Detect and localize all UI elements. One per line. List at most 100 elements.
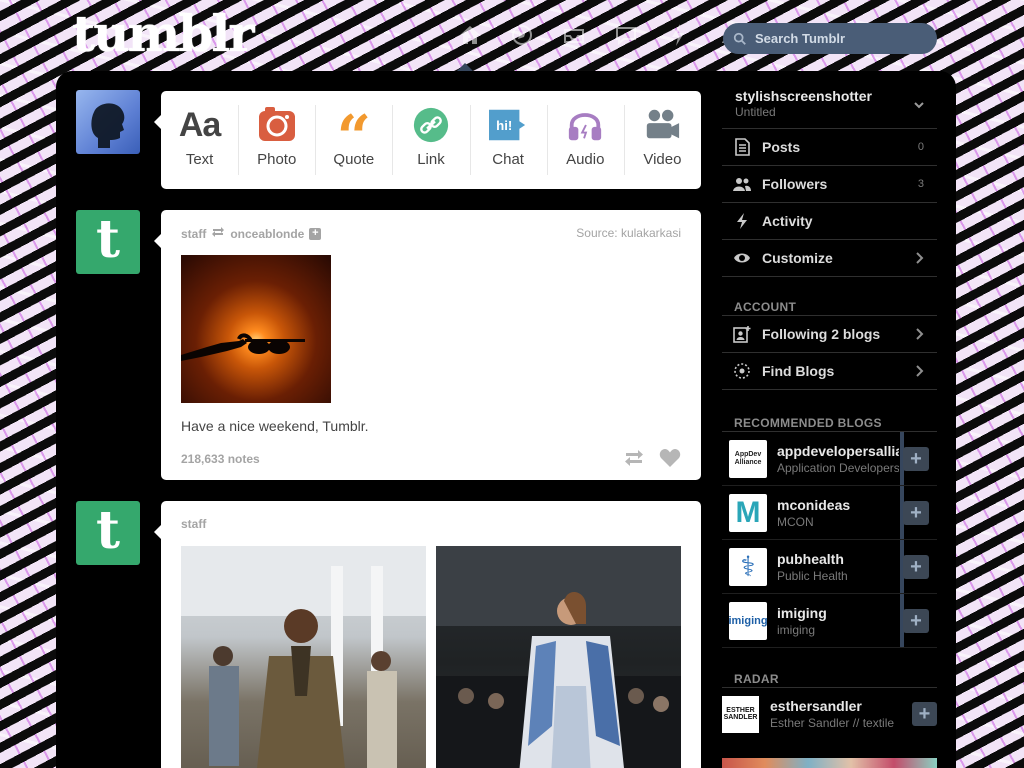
follow-button[interactable]: + [903,555,929,579]
inbox-icon[interactable] [559,20,589,50]
compose-quote-button[interactable]: “ Quote [315,91,392,189]
posts-count: 0 [917,141,924,153]
staff-avatar[interactable]: t [76,210,140,274]
text-icon: Aa [178,105,221,144]
chat-icon: hi! [487,105,529,145]
compose-photo-button[interactable]: Photo [238,91,315,189]
sidebar-item-label: Posts [762,139,801,155]
compose-label: Quote [333,151,375,168]
blog-switcher[interactable]: stylishscreenshotter Untitled [722,85,937,129]
compose-label: Photo [257,151,297,168]
sidebar-item-label: Find Blogs [762,363,835,379]
follow-button[interactable]: + [903,501,929,525]
chevron-down-icon [914,102,924,109]
list-item[interactable]: M mconideas MCON + [722,486,937,540]
post-photo-runway-model-1[interactable] [181,546,426,768]
like-heart-icon[interactable] [659,448,681,468]
explore-icon[interactable] [507,20,537,50]
card-pointer [154,234,161,248]
compose-link-button[interactable]: Link [392,91,469,189]
following-icon [733,325,751,343]
sidebar-item-following[interactable]: Following 2 blogs [722,316,937,353]
search-box[interactable] [723,23,937,54]
sidebar-item-posts[interactable]: Posts 0 [722,129,937,166]
posts-icon [733,138,751,156]
compose-label: Video [643,151,682,168]
blog-name: pubhealth [777,550,844,567]
sidebar-item-find-blogs[interactable]: Find Blogs [722,353,937,390]
compose-video-button[interactable]: Video [623,91,701,189]
post-actions [623,448,681,468]
card-pointer [154,525,161,539]
blog-subtitle: Untitled [735,105,776,119]
reblog-button-icon[interactable] [623,448,645,468]
compose-label: Text [185,151,214,168]
sidebar-item-followers[interactable]: Followers 3 [722,166,937,203]
follow-plus-icon[interactable]: + [309,227,322,240]
follow-button[interactable]: + [903,447,929,471]
compose-chat-button[interactable]: hi! Chat [469,91,547,189]
sidebar-item-label: Customize [762,250,833,266]
followers-icon [733,175,751,193]
compose-label: Chat [492,151,524,168]
list-item[interactable]: imiging imiging imiging + [722,594,937,648]
post-photo-runway-model-2[interactable] [436,546,681,768]
list-item[interactable]: ⚕ pubhealth Public Health + [722,540,937,594]
chevron-right-icon [916,328,924,340]
radar-blog-name: esthersandler [770,698,862,714]
video-camera-icon [642,105,682,145]
compose-text-button[interactable]: Aa Text [161,91,238,189]
messaging-icon[interactable] [611,20,641,50]
compose-label: Link [417,151,445,168]
radar-blog-description: Esther Sandler // textile [770,716,895,730]
radar-post-preview[interactable] [722,758,937,768]
post-header: staff [181,517,206,531]
recommended-blogs-list: AppDev Alliance appdevelopersalliance Ap… [722,432,937,648]
tumblr-t-icon: t [95,210,121,270]
link-icon [412,105,450,145]
source-label: Source: [576,226,618,240]
blog-description: imiging [777,622,816,637]
home-icon[interactable] [455,20,485,50]
follow-button[interactable]: + [912,702,937,726]
post-author-link[interactable]: staff [181,517,206,531]
follow-button[interactable]: + [903,609,929,633]
staff-avatar[interactable]: t [76,501,140,565]
compose-audio-button[interactable]: Audio [546,91,624,189]
sidebar-item-label: Followers [762,176,828,192]
blog-thumbnail: imiging [729,601,767,640]
blog-description: Public Health [777,568,848,583]
blog-description: Application Developers Alliance [777,460,899,475]
post-photo-sunglasses-sun[interactable] [181,255,331,403]
sidebar-item-activity[interactable]: Activity [722,203,937,240]
post-notes-count[interactable]: 218,633 notes [181,452,260,466]
list-item[interactable]: AppDev Alliance appdevelopersalliance Ap… [722,432,937,486]
sidebar: stylishscreenshotter Untitled Posts 0 Fo… [722,85,937,736]
post-card: staff onceablonde + Source: kulakarkasi … [154,210,701,480]
source-link[interactable]: kulakarkasi [621,226,681,240]
blog-thumbnail: M [729,493,767,532]
reblog-icon [211,226,225,241]
camera-icon [257,105,297,145]
blog-name: stylishscreenshotter [735,88,872,104]
search-icon [733,32,746,45]
compose-label: Audio [566,151,605,168]
blog-name: mconideas [777,496,851,513]
blog-name: appdevelopersalliance [777,442,899,459]
post-author-link[interactable]: staff [181,227,206,241]
user-avatar[interactable] [76,90,140,154]
recommended-section-title: RECOMMENDED BLOGS [722,410,937,432]
tumblr-logo[interactable]: tumblr [72,4,255,63]
reblogged-from-link[interactable]: onceablonde [230,227,304,241]
lightning-icon [733,212,751,230]
search-input[interactable] [755,31,925,46]
sidebar-item-customize[interactable]: Customize [722,240,937,277]
blog-thumbnail: AppDev Alliance [729,439,767,478]
radar-thumbnail: ESTHER SANDLER [722,695,759,733]
account-section-title: ACCOUNT [722,294,937,316]
activity-icon[interactable] [663,20,693,50]
radar-item[interactable]: ESTHER SANDLER esthersandler Esther Sand… [722,692,937,736]
blog-description: MCON [777,514,814,529]
svg-text:hi!: hi! [496,118,512,133]
blog-name: imiging [777,604,827,621]
